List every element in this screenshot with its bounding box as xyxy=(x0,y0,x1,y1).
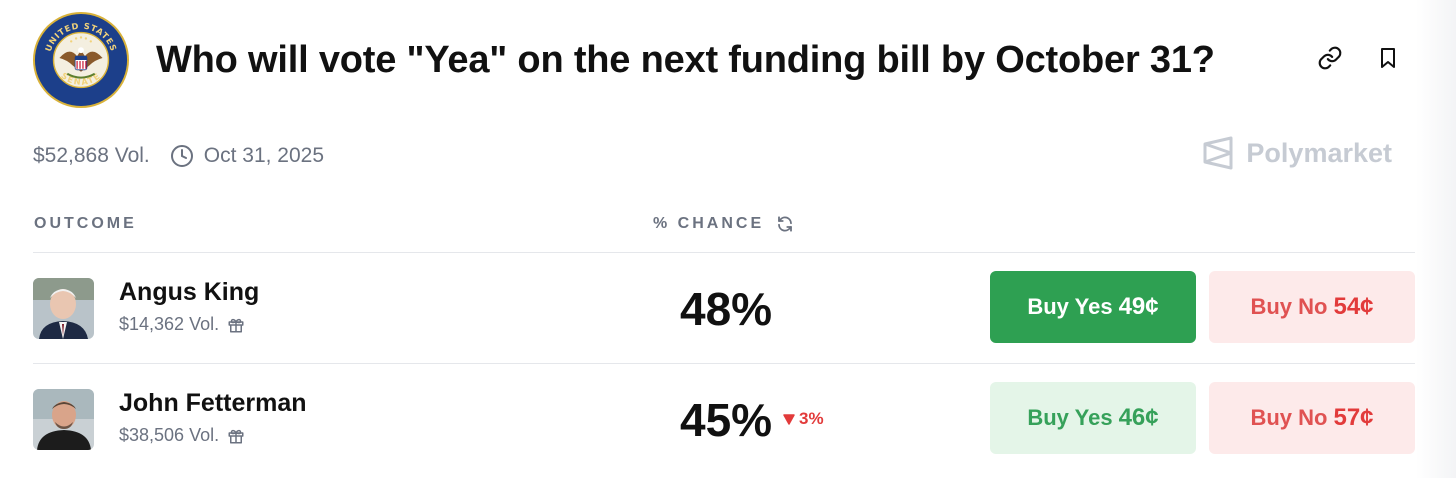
buy-no-button[interactable]: Buy No 57¢ xyxy=(1209,382,1415,454)
outcome-chance: 45% xyxy=(680,394,773,446)
gift-icon xyxy=(228,429,244,443)
outcome-volume: $14,362 Vol. xyxy=(119,314,245,335)
buy-yes-price: 46¢ xyxy=(1118,404,1159,431)
down-triangle-icon xyxy=(783,413,795,425)
chance-header-label: % CHANCE xyxy=(653,215,765,232)
market-volume: $52,868 Vol. xyxy=(33,144,150,167)
buy-no-button[interactable]: Buy No 54¢ xyxy=(1209,271,1415,343)
buy-yes-button[interactable]: Buy Yes 49¢ xyxy=(990,271,1196,343)
outcome-chance: 48% xyxy=(680,283,773,335)
polymarket-logo-icon xyxy=(1203,136,1233,170)
chance-delta: 3% xyxy=(783,409,824,429)
market-meta: $52,868 Vol. Oct 31, 2025 xyxy=(33,140,324,172)
column-header-chance: % CHANCE xyxy=(653,215,794,233)
buy-no-price: 57¢ xyxy=(1333,404,1374,431)
header-actions xyxy=(1316,44,1402,72)
outcome-volume-text: $14,362 Vol. xyxy=(119,314,220,334)
outcome-volume-text: $38,506 Vol. xyxy=(119,425,220,445)
bookmark-icon[interactable] xyxy=(1374,44,1402,72)
buy-no-price: 54¢ xyxy=(1333,293,1374,320)
buy-no-label: Buy No xyxy=(1250,294,1328,319)
outcome-header-label: OUTCOME xyxy=(34,215,137,232)
senate-seal-icon: UNITED STATES SENATE xyxy=(32,11,130,109)
outcome-volume: $38,506 Vol. xyxy=(119,425,245,446)
buy-no-label: Buy No xyxy=(1250,405,1328,430)
gift-icon xyxy=(228,318,244,332)
brand-name: Polymarket xyxy=(1246,137,1392,168)
link-icon[interactable] xyxy=(1316,44,1344,72)
right-edge-shade xyxy=(1416,0,1456,478)
avatar xyxy=(33,278,94,339)
polymarket-brand: Polymarket xyxy=(1202,136,1392,170)
chance-delta-value: 3% xyxy=(799,409,824,428)
refresh-icon[interactable] xyxy=(776,215,794,233)
outcome-row: Angus King $14,362 Vol. 48% Buy Yes 49¢ … xyxy=(33,252,1415,362)
buy-yes-price: 49¢ xyxy=(1118,293,1159,320)
outcome-name: John Fetterman xyxy=(119,389,307,417)
buy-yes-label: Buy Yes xyxy=(1027,405,1113,430)
outcome-row: John Fetterman $38,506 Vol. 45% 3% Buy Y… xyxy=(33,363,1415,473)
buy-yes-button[interactable]: Buy Yes 46¢ xyxy=(990,382,1196,454)
clock-icon xyxy=(170,144,194,168)
market-header: UNITED STATES SENATE Who will vote "Yea"… xyxy=(32,10,1422,110)
column-header-outcome: OUTCOME xyxy=(34,215,137,233)
buy-yes-label: Buy Yes xyxy=(1027,294,1113,319)
avatar xyxy=(33,389,94,450)
market-end-date: Oct 31, 2025 xyxy=(203,144,325,167)
market-title: Who will vote "Yea" on the next funding … xyxy=(156,38,1215,81)
outcome-name: Angus King xyxy=(119,278,260,306)
